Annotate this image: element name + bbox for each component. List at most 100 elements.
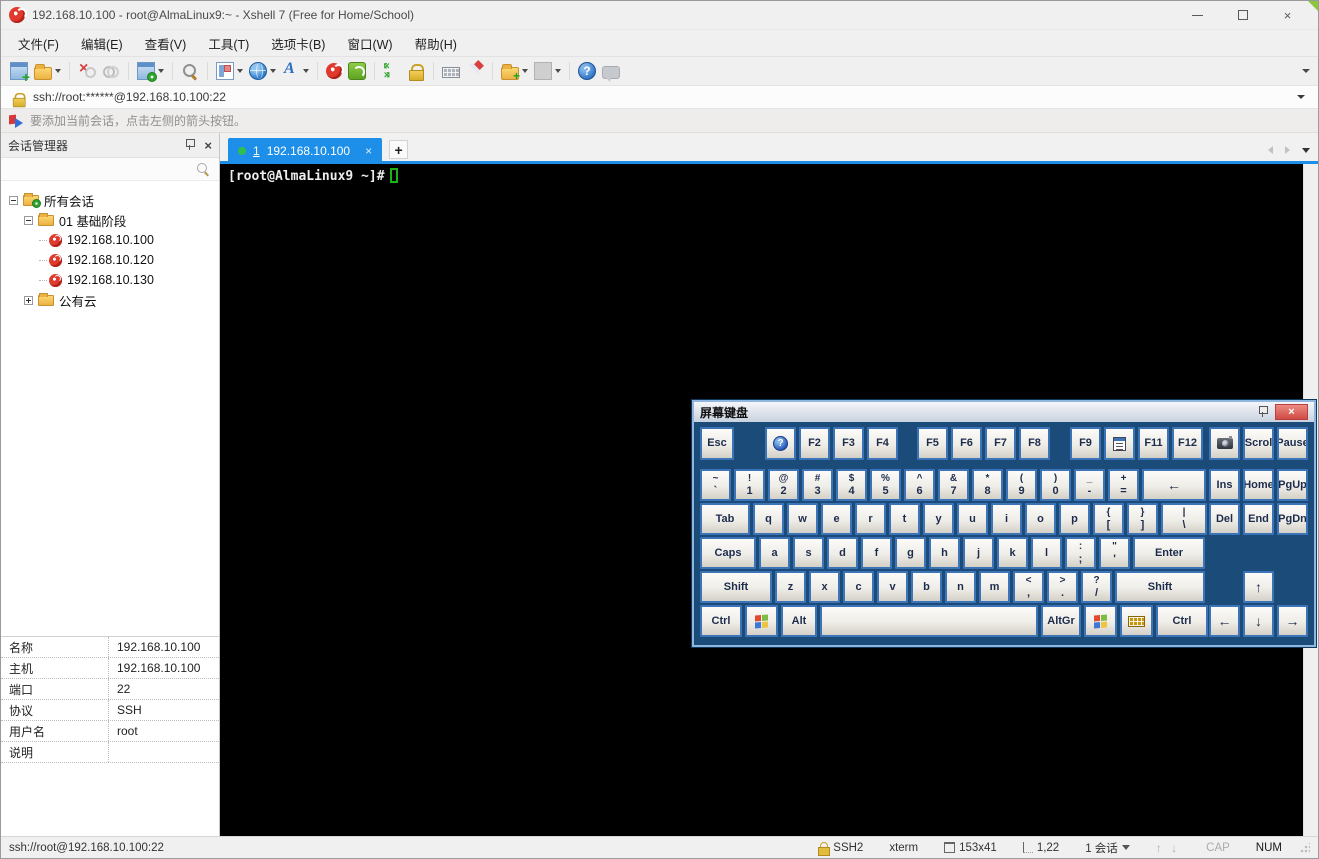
feedback-button[interactable] xyxy=(601,59,621,83)
reconnect-button[interactable] xyxy=(101,59,121,83)
menu-item-6[interactable]: 帮助(H) xyxy=(404,30,468,57)
key-pgdn[interactable]: PgDn xyxy=(1277,503,1308,535)
key-3[interactable]: #3 xyxy=(802,469,833,501)
key-esc[interactable]: Esc xyxy=(700,427,734,460)
key-winlogo-icon[interactable] xyxy=(1084,605,1117,637)
status-session-count[interactable]: 1 会话 xyxy=(1085,840,1130,856)
tab-list-dropdown-icon[interactable] xyxy=(1302,147,1310,153)
new-file-button[interactable] xyxy=(500,59,529,83)
xftp-button[interactable] xyxy=(347,59,367,83)
address-dropdown-icon[interactable] xyxy=(1297,95,1305,99)
key-4[interactable]: $4 xyxy=(836,469,867,501)
osk-close-button[interactable]: × xyxy=(1275,404,1308,420)
key-\[interactable]: | \ xyxy=(1161,503,1207,535)
key-p[interactable]: p xyxy=(1059,503,1090,535)
menu-item-0[interactable]: 文件(F) xyxy=(7,30,70,57)
session-count-dropdown-icon[interactable] xyxy=(1121,845,1130,850)
key-f3[interactable]: F3 xyxy=(833,427,864,460)
key-1[interactable]: ! 1 xyxy=(734,469,765,501)
key-s[interactable]: s xyxy=(793,537,824,569)
key-w[interactable]: w xyxy=(787,503,818,535)
key-ins[interactable]: Ins xyxy=(1209,469,1240,501)
session-search-bar[interactable] xyxy=(1,158,219,181)
maximize-button[interactable] xyxy=(1220,2,1265,28)
session-dialog-button[interactable] xyxy=(136,59,165,83)
osk-pin-icon[interactable] xyxy=(1258,406,1268,418)
key-→[interactable]: → xyxy=(1277,605,1308,637)
help-button[interactable] xyxy=(577,59,597,83)
key-caps[interactable]: Caps xyxy=(700,537,756,569)
key-l[interactable]: l xyxy=(1031,537,1062,569)
key-home[interactable]: Home xyxy=(1243,469,1274,501)
key-kbdmenu-icon[interactable] xyxy=(1120,605,1153,637)
key-winmenu-icon[interactable] xyxy=(1104,427,1135,460)
key-'[interactable]: " ' xyxy=(1099,537,1130,569)
search-icon[interactable] xyxy=(196,162,210,176)
collapse-icon[interactable] xyxy=(24,215,33,225)
key-ctrl[interactable]: Ctrl xyxy=(700,605,742,637)
new-tab-button[interactable]: + xyxy=(389,140,409,159)
key-6[interactable]: ^ 6 xyxy=(904,469,935,501)
key-f11[interactable]: F11 xyxy=(1138,427,1169,460)
key-ctrl[interactable]: Ctrl xyxy=(1156,605,1208,637)
encoding-globe-button[interactable] xyxy=(248,59,277,83)
collapse-icon[interactable] xyxy=(9,195,18,205)
key-f4[interactable]: F4 xyxy=(867,427,898,460)
key-a[interactable]: a xyxy=(759,537,790,569)
key-;[interactable]: :; xyxy=(1065,537,1096,569)
key-pgup[interactable]: PgUp xyxy=(1277,469,1308,501)
status-terminal-type[interactable]: xterm xyxy=(889,842,918,854)
menu-item-5[interactable]: 窗口(W) xyxy=(336,30,403,57)
xshell-button[interactable] xyxy=(325,59,344,83)
key-camera-icon[interactable] xyxy=(1209,427,1240,460)
dropdown-caret-icon[interactable] xyxy=(158,69,164,73)
placeholder-button[interactable] xyxy=(533,59,562,83)
key-u[interactable]: u xyxy=(957,503,988,535)
key-tab[interactable]: Tab xyxy=(700,503,750,535)
key-r[interactable]: r xyxy=(855,503,886,535)
compose-pane-button[interactable] xyxy=(215,59,244,83)
key--[interactable]: _ - xyxy=(1074,469,1105,501)
address-bar[interactable]: ssh://root:******@192.168.10.100:22 xyxy=(1,85,1318,109)
key-5[interactable]: % 5 xyxy=(870,469,901,501)
key-shift[interactable]: Shift xyxy=(1115,571,1205,603)
key-9[interactable]: (9 xyxy=(1006,469,1037,501)
lock-screen-button[interactable] xyxy=(406,59,426,83)
tab-close-icon[interactable]: × xyxy=(365,144,372,158)
key-i[interactable]: i xyxy=(991,503,1022,535)
key-↑[interactable]: ↑ xyxy=(1243,571,1274,603)
key-j[interactable]: j xyxy=(963,537,994,569)
key-winlogo-icon[interactable] xyxy=(745,605,778,637)
key-z[interactable]: z xyxy=(775,571,806,603)
tree-item-192.168.10.130[interactable]: 192.168.10.130 xyxy=(1,270,219,290)
key-k[interactable]: k xyxy=(997,537,1028,569)
key-o[interactable]: o xyxy=(1025,503,1056,535)
key-←[interactable]: ← xyxy=(1142,469,1206,501)
key-h[interactable]: h xyxy=(929,537,960,569)
key-del[interactable]: Del xyxy=(1209,503,1240,535)
menu-item-2[interactable]: 查看(V) xyxy=(134,30,198,57)
key-shift[interactable]: Shift xyxy=(700,571,772,603)
key-end[interactable]: End xyxy=(1243,503,1274,535)
fullscreen-button[interactable] xyxy=(382,59,402,83)
tree-item-公有云[interactable]: 公有云 xyxy=(1,290,219,310)
key-/[interactable]: ? / xyxy=(1081,571,1112,603)
new-session-button[interactable] xyxy=(9,59,30,85)
menu-item-4[interactable]: 选项卡(B) xyxy=(260,30,336,57)
virtual-keyboard-button[interactable] xyxy=(441,59,461,83)
key-←[interactable]: ← xyxy=(1209,605,1240,637)
key-t[interactable]: t xyxy=(889,503,920,535)
key-f8[interactable]: F8 xyxy=(1019,427,1050,460)
key-,[interactable]: <, xyxy=(1013,571,1044,603)
key-.[interactable]: >. xyxy=(1047,571,1078,603)
tab-session-active[interactable]: 1 192.168.10.100 × xyxy=(228,138,383,164)
tree-item-所有会话[interactable]: 所有会话 xyxy=(1,190,219,210)
close-button[interactable]: × xyxy=(1265,2,1310,28)
key-f6[interactable]: F6 xyxy=(951,427,982,460)
key-[[interactable]: {[ xyxy=(1093,503,1124,535)
key-`[interactable]: ~ ` xyxy=(700,469,731,501)
key-c[interactable]: c xyxy=(843,571,874,603)
tab-scroll-right-icon[interactable] xyxy=(1285,146,1290,154)
open-folder-button[interactable] xyxy=(33,59,62,83)
key-=[interactable]: + = xyxy=(1108,469,1139,501)
